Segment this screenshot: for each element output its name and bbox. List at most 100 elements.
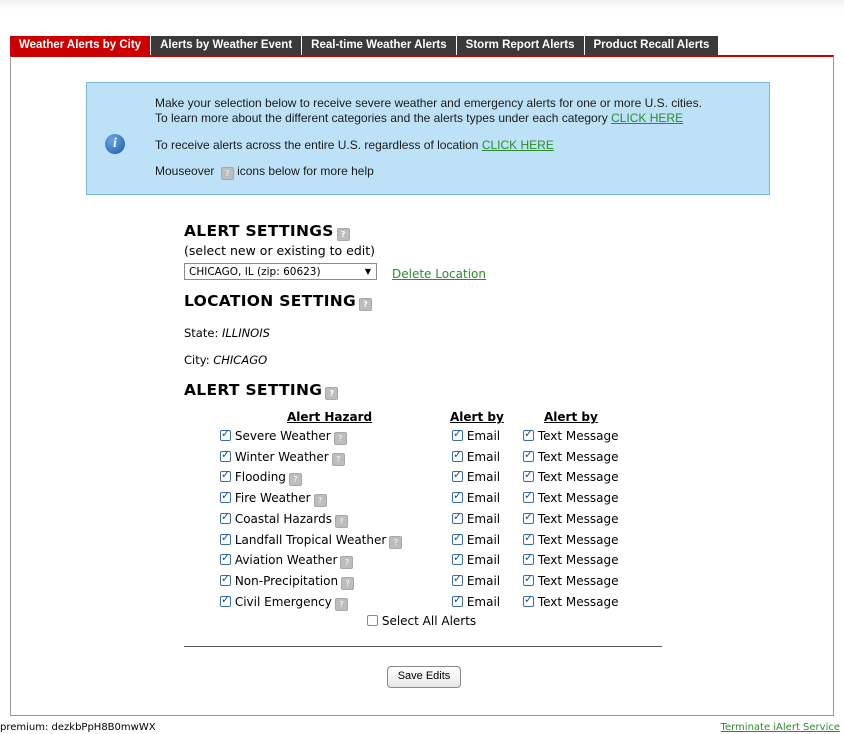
hazard-row-civil-emergency[interactable]: Civil Emergency? [220, 593, 348, 611]
help-icon[interactable]: ? [336, 228, 350, 241]
help-icon[interactable]: ? [331, 453, 345, 466]
email-option[interactable]: Email [452, 572, 500, 588]
help-icon[interactable]: ? [334, 515, 348, 528]
text-message-checkbox[interactable] [523, 531, 534, 545]
text-message-checkbox[interactable] [523, 448, 534, 462]
city-field: City: CHICAGO [184, 353, 268, 367]
text-message-checkbox[interactable] [523, 551, 534, 565]
email-checkbox[interactable] [452, 489, 463, 503]
tab-bar: Weather Alerts by City Alerts by Weather… [10, 36, 720, 55]
hazard-checkbox[interactable] [220, 593, 231, 607]
hazard-checkbox[interactable] [220, 572, 231, 586]
hazard-checkbox[interactable] [220, 489, 231, 503]
chevron-down-icon: ▼ [364, 267, 372, 276]
tab-alerts-by-weather-event[interactable]: Alerts by Weather Event [151, 36, 303, 55]
email-option[interactable]: Email [452, 551, 500, 567]
text-message-checkbox[interactable] [523, 468, 534, 482]
text-message-checkbox[interactable] [523, 572, 534, 586]
text-message-checkbox[interactable] [523, 427, 534, 441]
text-message-option[interactable]: Text Message [523, 468, 619, 484]
info-line-2: To learn more about the different catego… [155, 111, 684, 125]
text-message-option[interactable]: Text Message [523, 572, 619, 588]
select-all-row[interactable]: Select All Alerts [367, 614, 476, 628]
delete-location-link[interactable]: Delete Location [392, 267, 486, 281]
hazard-checkbox[interactable] [220, 448, 231, 462]
info-line-4: Mouseover ? icons below for more help [155, 164, 374, 180]
hazard-row-winter-weather[interactable]: Winter Weather? [220, 448, 345, 466]
email-option[interactable]: Email [452, 489, 500, 505]
hazard-row-aviation-weather[interactable]: Aviation Weather? [220, 551, 354, 569]
column-header-alert-hazard: Alert Hazard [287, 410, 373, 424]
nationwide-alerts-link[interactable]: CLICK HERE [482, 138, 554, 152]
email-checkbox[interactable] [452, 510, 463, 524]
email-option[interactable]: Email [452, 427, 500, 443]
info-line-1: Make your selection below to receive sev… [155, 96, 702, 110]
terminate-service-link[interactable]: Terminate iAlert Service [721, 722, 840, 733]
help-icon[interactable]: ? [389, 536, 403, 549]
email-option[interactable]: Email [452, 510, 500, 526]
text-message-option[interactable]: Text Message [523, 551, 619, 567]
email-checkbox[interactable] [452, 593, 463, 607]
hazard-checkbox[interactable] [220, 510, 231, 524]
email-option[interactable]: Email [452, 531, 500, 547]
premium-code: premium: dezkbPpH8B0mwWX [0, 722, 156, 733]
email-checkbox[interactable] [452, 427, 463, 441]
hazard-row-landfall-tropical-weather[interactable]: Landfall Tropical Weather? [220, 531, 403, 549]
tab-weather-alerts-by-city[interactable]: Weather Alerts by City [10, 36, 152, 55]
location-select[interactable]: CHICAGO, IL (zip: 60623) ▼ [184, 263, 377, 280]
column-header-alert-by-text: Alert by [544, 410, 598, 424]
help-icon[interactable]: ? [333, 432, 347, 445]
hazard-checkbox[interactable] [220, 531, 231, 545]
text-message-option[interactable]: Text Message [523, 510, 619, 526]
email-option[interactable]: Email [452, 448, 500, 464]
divider [184, 646, 662, 647]
email-option[interactable]: Email [452, 593, 500, 609]
text-message-option[interactable]: Text Message [523, 489, 619, 505]
email-checkbox[interactable] [452, 551, 463, 565]
select-all-checkbox[interactable] [367, 615, 378, 626]
info-line-3: To receive alerts across the entire U.S.… [155, 138, 554, 152]
help-icon[interactable]: ? [359, 298, 373, 311]
text-message-option[interactable]: Text Message [523, 593, 619, 609]
help-icon: ? [220, 167, 234, 180]
location-setting-title: LOCATION SETTING? [184, 292, 373, 311]
hazard-row-fire-weather[interactable]: Fire Weather? [220, 489, 327, 507]
email-checkbox[interactable] [452, 448, 463, 462]
hazard-checkbox[interactable] [220, 551, 231, 565]
hazard-row-non-precipitation[interactable]: Non-Precipitation? [220, 572, 355, 590]
alert-setting-title: ALERT SETTING? [184, 381, 339, 400]
text-message-checkbox[interactable] [523, 489, 534, 503]
email-checkbox[interactable] [452, 468, 463, 482]
help-icon[interactable]: ? [288, 473, 302, 486]
text-message-checkbox[interactable] [523, 593, 534, 607]
text-message-option[interactable]: Text Message [523, 531, 619, 547]
state-field: State: ILLINOIS [184, 326, 270, 340]
info-icon: i [105, 134, 125, 154]
hazard-row-severe-weather[interactable]: Severe Weather? [220, 427, 347, 445]
alert-settings-subtitle: (select new or existing to edit) [184, 243, 376, 258]
text-message-option[interactable]: Text Message [523, 427, 619, 443]
email-option[interactable]: Email [452, 468, 500, 484]
learn-more-link[interactable]: CLICK HERE [611, 111, 683, 125]
info-box: i Make your selection below to receive s… [86, 82, 770, 195]
help-icon[interactable]: ? [341, 577, 355, 590]
email-checkbox[interactable] [452, 531, 463, 545]
text-message-checkbox[interactable] [523, 510, 534, 524]
help-icon[interactable]: ? [313, 494, 327, 507]
hazard-checkbox[interactable] [220, 427, 231, 441]
hazard-row-flooding[interactable]: Flooding? [220, 468, 302, 486]
tab-real-time-weather-alerts[interactable]: Real-time Weather Alerts [302, 36, 457, 55]
tab-product-recall-alerts[interactable]: Product Recall Alerts [584, 36, 720, 55]
top-band [0, 0, 844, 10]
email-checkbox[interactable] [452, 572, 463, 586]
hazard-row-coastal-hazards[interactable]: Coastal Hazards? [220, 510, 348, 528]
help-icon[interactable]: ? [340, 556, 354, 569]
alert-settings-title: ALERT SETTINGS? [184, 222, 350, 241]
column-header-alert-by-email: Alert by [450, 410, 504, 424]
text-message-option[interactable]: Text Message [523, 448, 619, 464]
help-icon[interactable]: ? [334, 598, 348, 611]
hazard-checkbox[interactable] [220, 468, 231, 482]
save-edits-button[interactable]: Save Edits [387, 666, 461, 688]
help-icon[interactable]: ? [325, 387, 339, 400]
tab-storm-report-alerts[interactable]: Storm Report Alerts [456, 36, 585, 55]
